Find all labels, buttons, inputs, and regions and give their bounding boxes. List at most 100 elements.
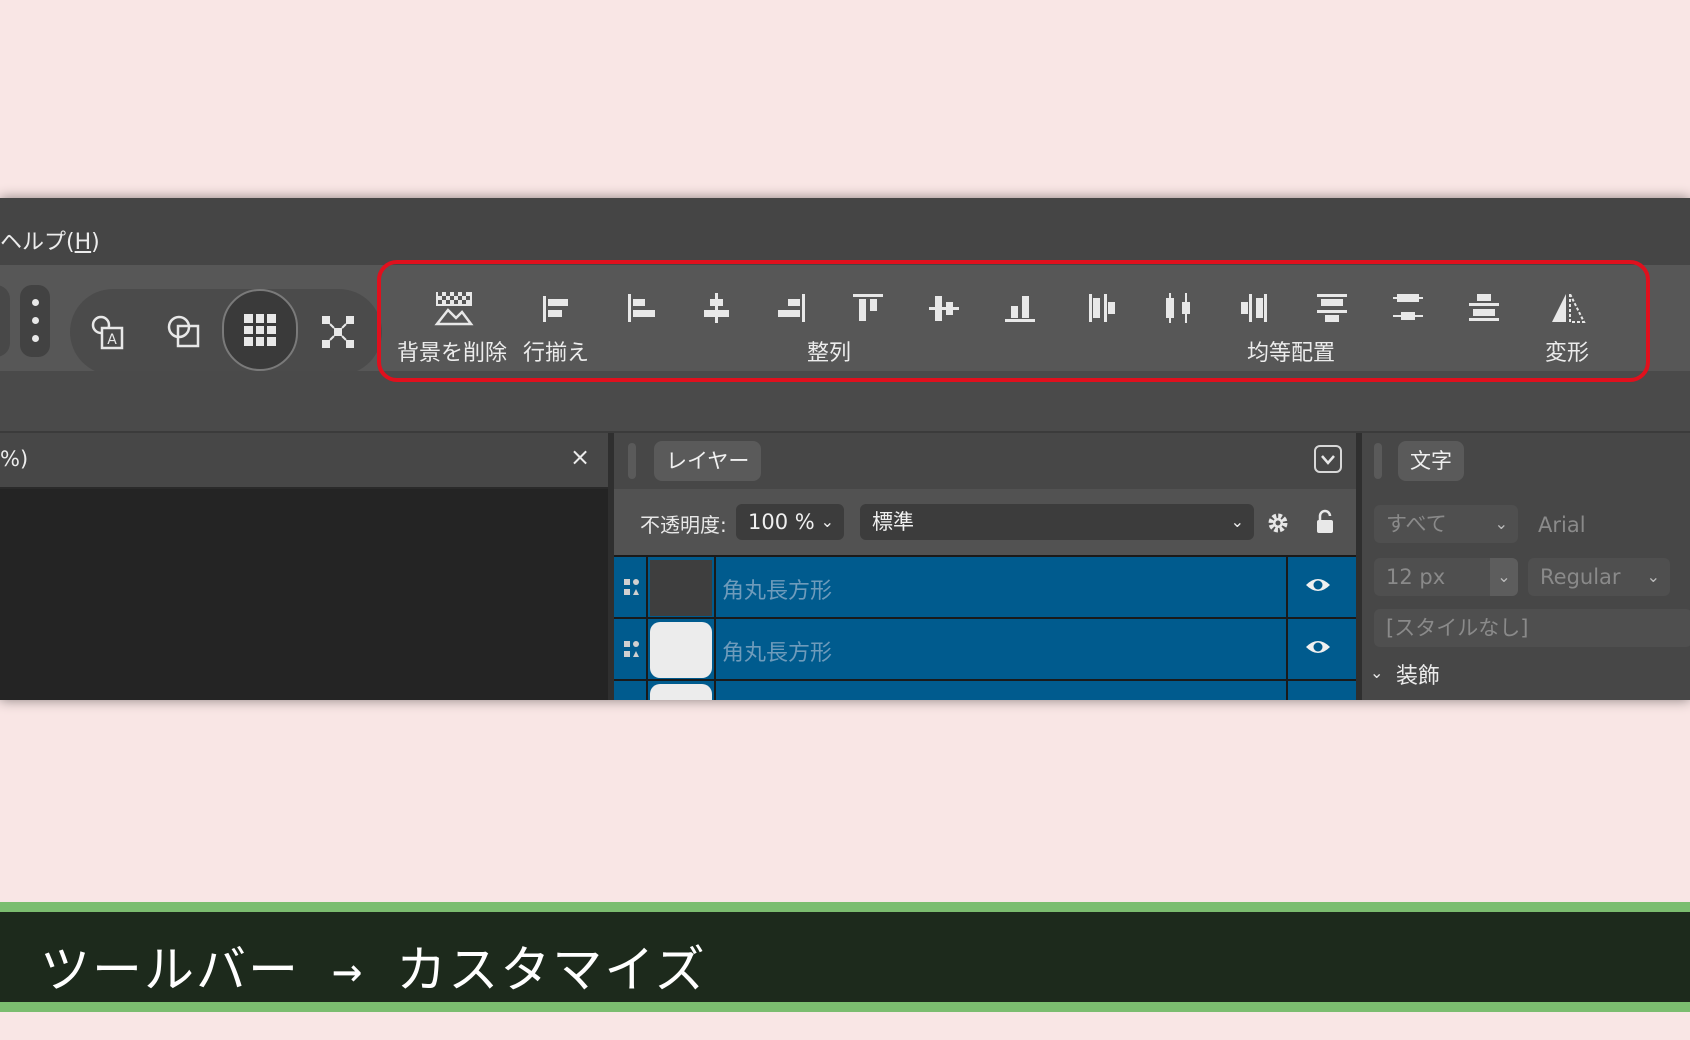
chevron-down-icon: ⌄ bbox=[820, 512, 834, 531]
distribute-right-icon bbox=[1241, 294, 1267, 322]
distribute-bottom-icon bbox=[1469, 294, 1499, 321]
transform-button[interactable] bbox=[1532, 278, 1604, 338]
menu-help-close: ) bbox=[91, 230, 100, 255]
font-weight-dropdown[interactable]: Regular ⌄ bbox=[1528, 558, 1670, 596]
document-tab-title: %) bbox=[0, 447, 29, 471]
align-label: 整列 bbox=[807, 341, 852, 366]
distribute-right-button[interactable] bbox=[1218, 278, 1290, 338]
line-align-button[interactable] bbox=[520, 278, 592, 338]
distribute-center-button[interactable] bbox=[1142, 278, 1214, 338]
row-separator bbox=[714, 619, 716, 681]
align-middle-button[interactable] bbox=[908, 278, 980, 338]
dot-icon bbox=[32, 317, 39, 324]
dot-icon bbox=[32, 299, 39, 306]
align-right-icon bbox=[778, 294, 805, 322]
snapping-group: A bbox=[70, 289, 382, 375]
text-style-dropdown[interactable]: [スタイルなし] bbox=[1374, 609, 1690, 647]
scope-dropdown[interactable]: すべて ⌄ bbox=[1374, 505, 1518, 543]
object-snap-button[interactable] bbox=[300, 289, 376, 375]
row-separator bbox=[1286, 681, 1288, 700]
layer-type-icon bbox=[624, 641, 639, 657]
font-size-dropdown[interactable]: 12 px ⌄ bbox=[1374, 558, 1518, 596]
chevron-down-icon: ⌄ bbox=[1230, 512, 1244, 531]
blend-mode-value: 標準 bbox=[872, 510, 914, 534]
caption-bar-top bbox=[0, 902, 1690, 912]
align-top-button[interactable] bbox=[832, 278, 904, 338]
blend-mode-dropdown[interactable]: 標準 ⌄ bbox=[860, 504, 1254, 540]
chevron-down-icon[interactable]: ⌄ bbox=[1370, 663, 1383, 682]
layer-name: 角丸長方形 bbox=[722, 579, 833, 604]
character-panel: 文字 すべて ⌄ Arial 12 px ⌄ Regular ⌄ [スタイルなし… bbox=[1362, 433, 1690, 700]
dot-icon bbox=[32, 335, 39, 342]
align-middle-icon bbox=[929, 296, 959, 321]
grid-icon bbox=[244, 314, 276, 346]
distribute-center-icon bbox=[1166, 293, 1190, 323]
distribute-middle-button[interactable] bbox=[1372, 278, 1444, 338]
chevron-down-icon: ⌄ bbox=[1646, 567, 1660, 586]
tab-layers[interactable]: レイヤー bbox=[654, 441, 762, 481]
align-top-icon bbox=[853, 294, 883, 321]
caption-text: ツールバー → カスタマイズ bbox=[40, 941, 707, 999]
layer-name: 角丸長方形 bbox=[722, 641, 833, 666]
caption-bar: ツールバー → カスタマイズ bbox=[0, 912, 1690, 1002]
decoration-section-header[interactable]: 装飾 bbox=[1396, 658, 1440, 690]
panel-grip[interactable] bbox=[1374, 443, 1382, 479]
menu-help-key: H bbox=[74, 230, 92, 255]
chevron-down-icon: ⌄ bbox=[1490, 558, 1518, 596]
layer-thumbnail bbox=[650, 684, 712, 700]
align-bottom-button[interactable] bbox=[984, 278, 1056, 338]
toolbar-left-pill bbox=[0, 285, 10, 357]
gear-icon[interactable] bbox=[1266, 511, 1290, 535]
collapse-button[interactable] bbox=[1314, 445, 1342, 473]
close-icon[interactable]: × bbox=[570, 443, 590, 471]
line-align-label: 行揃え bbox=[523, 341, 590, 366]
row-separator bbox=[646, 557, 648, 619]
font-family-field[interactable]: Arial bbox=[1538, 513, 1586, 537]
row-separator bbox=[714, 557, 716, 619]
remove-background-icon bbox=[434, 292, 474, 326]
menu-help[interactable]: ヘルプ(H) bbox=[0, 224, 100, 256]
align-bottom-icon bbox=[1005, 296, 1035, 322]
layer-row[interactable] bbox=[614, 679, 1356, 700]
row-separator bbox=[1286, 619, 1288, 681]
tab-character[interactable]: 文字 bbox=[1398, 441, 1464, 481]
align-center-button[interactable] bbox=[680, 278, 752, 338]
document-tab[interactable]: %) × bbox=[0, 433, 608, 489]
chevron-down-icon: ⌄ bbox=[1494, 514, 1508, 533]
object-snap-icon bbox=[322, 316, 354, 348]
eye-icon[interactable] bbox=[1304, 637, 1332, 657]
distribute-left-button[interactable] bbox=[1066, 278, 1138, 338]
opacity-dropdown[interactable]: 100 % ⌄ bbox=[736, 504, 844, 540]
app-window: ヘルプ(H) A 背景を削除 行揃え 整列 均等配置 変形 %) × レイヤー … bbox=[0, 198, 1690, 700]
align-text-left-icon bbox=[543, 296, 568, 322]
remove-background-button[interactable] bbox=[418, 278, 490, 338]
align-left-button[interactable] bbox=[605, 278, 677, 338]
font-weight-value: Regular bbox=[1540, 565, 1621, 589]
canvas-area[interactable] bbox=[0, 489, 608, 700]
layer-thumbnail bbox=[650, 622, 712, 678]
menu-bar: ヘルプ(H) bbox=[0, 198, 1690, 265]
layer-row[interactable]: 角丸長方形 bbox=[614, 555, 1356, 619]
panel-grip[interactable] bbox=[628, 443, 636, 479]
distribute-label: 均等配置 bbox=[1247, 341, 1336, 366]
frame-text-button[interactable]: A bbox=[70, 289, 146, 375]
shape-overlap-icon bbox=[167, 315, 200, 348]
distribute-top-button[interactable] bbox=[1296, 278, 1368, 338]
row-separator bbox=[1286, 557, 1288, 619]
scope-value: すべて bbox=[1386, 512, 1447, 536]
shape-overlap-button[interactable] bbox=[146, 289, 222, 375]
more-options-button[interactable] bbox=[20, 285, 50, 357]
distribute-bottom-button[interactable] bbox=[1448, 278, 1520, 338]
eye-icon[interactable] bbox=[1304, 575, 1332, 595]
align-right-button[interactable] bbox=[756, 278, 828, 338]
menu-help-label: ヘルプ( bbox=[0, 230, 75, 255]
chevron-down-icon bbox=[1321, 455, 1335, 465]
frame-text-icon: A bbox=[91, 315, 124, 350]
lock-icon[interactable] bbox=[1314, 509, 1336, 535]
layer-row[interactable]: 角丸長方形 bbox=[614, 617, 1356, 681]
distribute-left-icon bbox=[1089, 294, 1115, 322]
distribute-top-icon bbox=[1317, 294, 1347, 322]
layer-options-bar: 不透明度: 100 % ⌄ 標準 ⌄ bbox=[614, 489, 1356, 555]
opacity-label: 不透明度: bbox=[640, 513, 727, 537]
grid-snap-button[interactable] bbox=[222, 289, 298, 371]
